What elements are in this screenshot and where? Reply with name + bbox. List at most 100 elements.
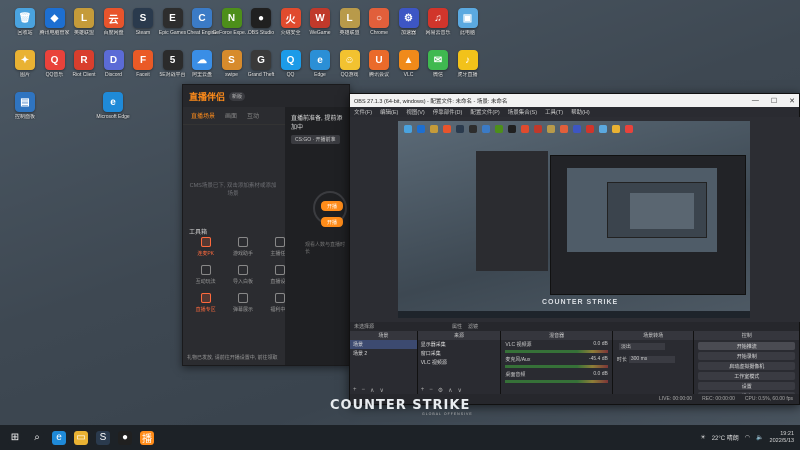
tool-whiteboard[interactable]: 导入白板 (224, 265, 261, 285)
clock[interactable]: 19:21 2022/5/13 (770, 431, 794, 445)
tool-label: 连麦PK (197, 251, 214, 257)
tool-play[interactable]: 互动玩法 (187, 265, 224, 285)
mini-obs-window (550, 155, 746, 295)
gear-icon[interactable]: ⚙ (438, 387, 443, 394)
tool-game[interactable]: 游戏助手 (224, 237, 261, 257)
app-icon: 5 (162, 50, 183, 70)
weather-text[interactable]: 22°C 晴朗 (712, 433, 739, 442)
version-badge[interactable]: 新版 (229, 91, 246, 101)
tab-scene[interactable]: 直播场景 (191, 111, 215, 120)
app-icon: F (133, 50, 153, 70)
gear-icon (275, 265, 286, 275)
tab-interact[interactable]: 互动 (247, 111, 259, 120)
edge-icon[interactable]: e (52, 430, 66, 445)
source-item[interactable]: 显示器采集 (418, 340, 501, 349)
source-item[interactable]: 窗口采集 (418, 349, 501, 358)
duration-input[interactable]: 300 ms (628, 356, 675, 364)
channel-name: 麦克风/Aux (505, 357, 531, 363)
obs-preview-area: COUNTER STRIKE (350, 117, 800, 322)
controls-dock: 控制 开始推流 开始录制 启动虚拟摄像机 工作室模式 设置 退出 (694, 331, 799, 400)
start-live-button-2[interactable]: 开播 (321, 217, 343, 227)
desktop-icon-label: 此电脑 (459, 30, 475, 36)
obs-icon[interactable]: ● (118, 430, 132, 445)
mini-app-icon (508, 125, 516, 133)
side-hint: 观看人数与直播时长 (305, 242, 346, 255)
live-companion-window: 直播伴侣 新版 直播场景 画面 互动 CMS场景已下, 双击添加素材或添加场景 … (182, 84, 350, 366)
game-chip[interactable]: CS:GO · 开播前准 (291, 135, 340, 144)
desktop-icon[interactable]: ▤ 控制面板 (8, 92, 42, 136)
app-icon: 火 (280, 8, 301, 28)
weather-icon[interactable]: ☀ (700, 434, 705, 441)
zbb-icon[interactable]: 播 (140, 430, 154, 445)
up-icon[interactable]: ∧ (370, 387, 374, 394)
maximize-icon[interactable]: ☐ (771, 97, 777, 105)
remove-icon[interactable]: − (429, 387, 433, 394)
tab-image[interactable]: 画面 (225, 111, 237, 120)
app-icon: ○ (369, 8, 389, 28)
virtual-camera-button[interactable]: 启动虚拟摄像机 (698, 362, 795, 370)
menu-file[interactable]: 文件(F) (354, 108, 372, 116)
tool-label: 互动玩法 (195, 279, 216, 285)
app-icon: Q (280, 50, 301, 70)
volume-meter[interactable] (505, 350, 608, 353)
transitions-header: 场景转场 (612, 331, 694, 340)
explorer-icon[interactable]: ▭ (74, 430, 88, 445)
tool-pk[interactable]: 连麦PK (187, 237, 224, 257)
remove-icon[interactable]: − (362, 387, 366, 394)
menu-edit[interactable]: 编辑(E) (380, 108, 398, 116)
tool-label: 导入白板 (232, 279, 253, 285)
studio-mode-button[interactable]: 工作室模式 (698, 372, 795, 380)
down-icon[interactable]: ∨ (458, 387, 462, 394)
obs-preview[interactable]: COUNTER STRIKE (398, 121, 750, 318)
settings-button[interactable]: 设置 (698, 382, 795, 390)
menu-tools[interactable]: 工具(T) (545, 108, 563, 116)
menu-view[interactable]: 视图(V) (406, 108, 424, 116)
menu-docks[interactable]: 停靠部件(D) (433, 108, 463, 116)
menu-scene-collection[interactable]: 场景集合(S) (508, 108, 537, 116)
tool-zone[interactable]: 直播专区 (187, 293, 224, 313)
menu-profile[interactable]: 配置文件(P) (470, 108, 499, 116)
app-icon: ⚙ (398, 8, 419, 28)
close-icon[interactable]: ✕ (789, 97, 795, 105)
mini-app-icon (482, 125, 490, 133)
no-source-label: 未选择源 (354, 324, 375, 330)
volume-meter[interactable] (505, 380, 608, 383)
mixer-channel: VLC 视频源 0.0 dB (501, 340, 612, 348)
mini-preview-nested-2 (630, 193, 694, 229)
scene-item[interactable]: 场景 (350, 340, 417, 349)
start-recording-button[interactable]: 开始录制 (698, 352, 795, 360)
source-item[interactable]: VLC 视频源 (418, 358, 501, 367)
desktop-icon[interactable]: ♪ 虎牙直播 (451, 50, 485, 94)
filters-button[interactable]: 滤镜 (468, 323, 478, 330)
volume-icon[interactable]: 🔈 (756, 434, 763, 441)
desktop-icon[interactable]: e Microsoft Edge (96, 92, 130, 136)
desktop-icon-label: Microsoft Edge (96, 114, 130, 120)
scenes-dock: 场景 场景 场景 2 + − ∧ ∨ (350, 331, 418, 396)
desktop-icon[interactable]: ▣ 此电脑 (451, 8, 485, 52)
wifi-icon[interactable]: ◠ (745, 434, 750, 441)
mini-app-icon (599, 125, 607, 133)
mini-app-icon (612, 125, 620, 133)
start-streaming-button[interactable]: 开始推流 (698, 342, 795, 350)
down-icon[interactable]: ∨ (379, 387, 383, 394)
search-icon[interactable]: ⌕ (30, 430, 44, 445)
mini-app-icon (443, 125, 451, 133)
app-icon: E (162, 8, 183, 28)
add-icon[interactable]: + (421, 387, 425, 394)
start-live-button[interactable]: 开播 (321, 201, 343, 211)
windows-icon[interactable]: ⊞ (8, 430, 22, 445)
transition-select[interactable]: 淡出 (618, 343, 665, 350)
mini-app-icon (560, 125, 568, 133)
add-icon[interactable]: + (353, 387, 357, 394)
scene-item[interactable]: 场景 2 (350, 349, 417, 358)
up-icon[interactable]: ∧ (448, 387, 452, 394)
menu-help[interactable]: 帮助(H) (571, 108, 590, 116)
danmaku-icon (237, 293, 248, 303)
tool-danmaku[interactable]: 弹幕展示 (224, 293, 261, 313)
properties-button[interactable]: 属性 (452, 323, 462, 330)
toolbox-grid: 连麦PK 游戏助手 主播任务 互动玩法 导入白板 直播设置 直播专区 弹幕展示 … (187, 237, 299, 313)
steam-icon[interactable]: S (96, 430, 110, 445)
channel-db: -45.4 dB (588, 356, 608, 362)
minimize-icon[interactable]: — (752, 97, 759, 105)
volume-meter[interactable] (505, 365, 608, 368)
